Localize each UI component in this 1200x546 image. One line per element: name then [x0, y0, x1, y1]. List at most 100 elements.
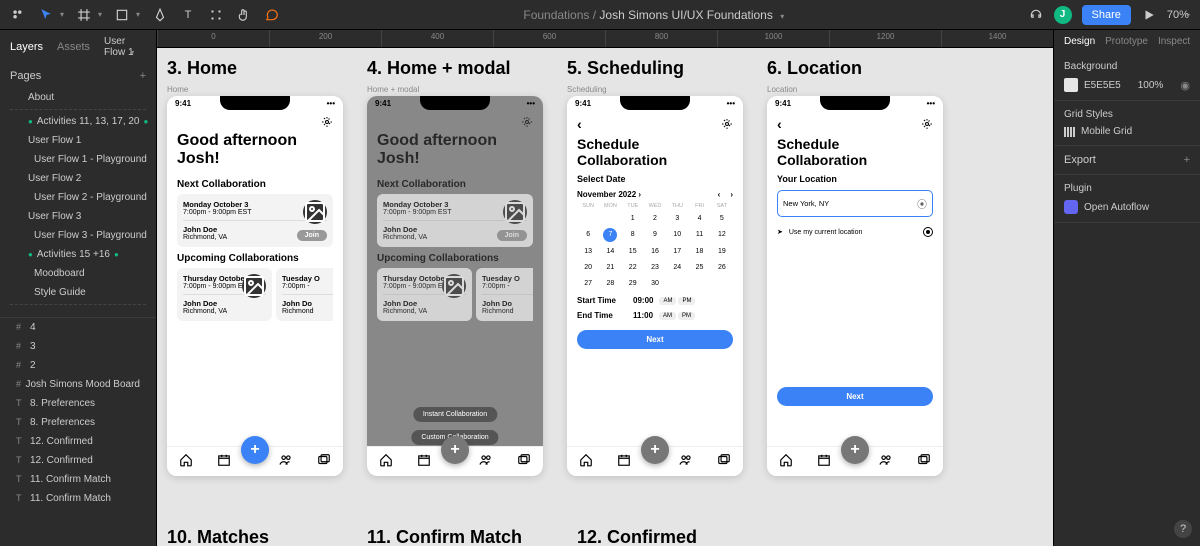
- month-label[interactable]: November 2022 ›: [577, 190, 641, 199]
- tab-icon[interactable]: [179, 453, 193, 470]
- calendar-day[interactable]: 24: [666, 261, 688, 274]
- calendar-day[interactable]: 8: [622, 228, 644, 242]
- calendar-day[interactable]: 7: [603, 228, 617, 242]
- tab-icon[interactable]: [817, 453, 831, 470]
- calendar-day[interactable]: 30: [644, 277, 666, 290]
- layer-item[interactable]: #2: [0, 356, 156, 375]
- move-tool-icon[interactable]: [38, 7, 54, 23]
- collab-card[interactable]: Monday October 37:00pm - 9:00pm EST John…: [177, 194, 333, 247]
- calendar-day[interactable]: 6: [577, 228, 599, 242]
- artboard-frame[interactable]: 9:41••• ‹ Schedule Collaboration Your Lo…: [767, 96, 943, 476]
- calendar-day[interactable]: 11: [688, 228, 710, 242]
- prev-month-icon[interactable]: ‹: [718, 190, 721, 199]
- gear-icon[interactable]: [321, 116, 333, 128]
- calendar-day[interactable]: 13: [577, 245, 599, 258]
- collab-card[interactable]: Thursday October 137:00pm - 9:00pm EST J…: [377, 268, 472, 321]
- bg-swatch[interactable]: [1064, 78, 1078, 92]
- calendar-day[interactable]: 26: [711, 261, 733, 274]
- tab-layers[interactable]: Layers: [10, 41, 43, 53]
- layer-item[interactable]: #4: [0, 318, 156, 337]
- visibility-icon[interactable]: ◉: [1180, 79, 1190, 92]
- calendar-day[interactable]: 27: [577, 277, 599, 290]
- join-button[interactable]: Join: [497, 230, 527, 241]
- help-button[interactable]: ?: [1174, 520, 1192, 538]
- tab-icon[interactable]: [579, 453, 593, 470]
- layer-item[interactable]: T12. Confirmed: [0, 432, 156, 451]
- calendar-day[interactable]: 10: [666, 228, 688, 242]
- user-avatar[interactable]: J: [1054, 6, 1072, 24]
- tab-icon[interactable]: [917, 453, 931, 470]
- artboard-label[interactable]: Scheduling: [567, 85, 743, 94]
- comment-tool-icon[interactable]: [264, 7, 280, 23]
- tab-inspect[interactable]: Inspect: [1158, 36, 1190, 47]
- tab-icon[interactable]: [217, 453, 231, 470]
- frame-tool-icon[interactable]: [76, 7, 92, 23]
- layer-item[interactable]: #3: [0, 337, 156, 356]
- calendar-day[interactable]: 9: [644, 228, 666, 242]
- breadcrumb[interactable]: Foundations / Josh Simons UI/UX Foundati…: [280, 8, 1027, 22]
- layer-item[interactable]: #Josh Simons Mood Board: [0, 375, 156, 394]
- fab-button[interactable]: +: [641, 436, 669, 464]
- tab-icon[interactable]: [517, 453, 531, 470]
- join-button[interactable]: Join: [297, 230, 327, 241]
- gear-icon[interactable]: [721, 118, 733, 130]
- collab-card[interactable]: Thursday October 137:00pm - 9:00pm EST J…: [177, 268, 272, 321]
- tab-icon[interactable]: [317, 453, 331, 470]
- tab-assets[interactable]: Assets: [57, 41, 90, 53]
- page-item[interactable]: User Flow 1 - Playground: [0, 150, 156, 169]
- pm-toggle[interactable]: PM: [678, 297, 695, 305]
- am-toggle[interactable]: AM: [659, 297, 676, 305]
- resources-icon[interactable]: [208, 7, 224, 23]
- artboard-label[interactable]: Location: [767, 85, 943, 94]
- calendar-day[interactable]: 29: [622, 277, 644, 290]
- calendar-day[interactable]: 3: [666, 212, 688, 225]
- artboard-frame[interactable]: 9:41••• ‹ Schedule Collaboration Select …: [567, 96, 743, 476]
- artboard-label[interactable]: Home + modal: [367, 85, 543, 94]
- tab-icon[interactable]: [717, 453, 731, 470]
- layer-item[interactable]: T12. Confirmed: [0, 451, 156, 470]
- calendar-day[interactable]: 22: [622, 261, 644, 274]
- collab-card[interactable]: Tuesday O7:00pm - John DoRichmond: [276, 268, 333, 321]
- calendar-day[interactable]: 19: [711, 245, 733, 258]
- page-item[interactable]: ●Activities 11, 13, 17, 20●: [0, 112, 156, 131]
- gear-icon[interactable]: [521, 116, 533, 128]
- hand-tool-icon[interactable]: [236, 7, 252, 23]
- pm-toggle[interactable]: PM: [678, 312, 695, 320]
- calendar-day[interactable]: 20: [577, 261, 599, 274]
- tab-icon[interactable]: [479, 453, 493, 470]
- tab-icon[interactable]: [417, 453, 431, 470]
- tab-icon[interactable]: [279, 453, 293, 470]
- calendar-day[interactable]: 28: [599, 277, 621, 290]
- page-item[interactable]: User Flow 3: [0, 207, 156, 226]
- layer-item[interactable]: T11. Confirm Match: [0, 470, 156, 489]
- back-icon[interactable]: ‹: [577, 116, 582, 132]
- page-item[interactable]: User Flow 1: [0, 131, 156, 150]
- present-icon[interactable]: [1141, 7, 1157, 23]
- next-button[interactable]: Next: [577, 330, 733, 349]
- am-toggle[interactable]: AM: [659, 312, 676, 320]
- layer-item[interactable]: T11. Confirm Match: [0, 489, 156, 508]
- collab-card[interactable]: Monday October 37:00pm - 9:00pm EST John…: [377, 194, 533, 247]
- location-input[interactable]: New York, NY⦿: [777, 190, 933, 217]
- page-item[interactable]: Moodboard: [0, 264, 156, 283]
- tab-icon[interactable]: [379, 453, 393, 470]
- page-item[interactable]: User Flow 2: [0, 169, 156, 188]
- gear-icon[interactable]: [921, 118, 933, 130]
- instant-collab-button[interactable]: Instant Collaboration: [412, 406, 498, 423]
- add-export-button[interactable]: +: [1184, 154, 1190, 166]
- calendar-day[interactable]: 14: [599, 245, 621, 258]
- fab-button[interactable]: +: [241, 436, 269, 464]
- calendar-day[interactable]: 17: [666, 245, 688, 258]
- bg-hex[interactable]: E5E5E5: [1084, 80, 1121, 91]
- bg-opacity[interactable]: 100%: [1138, 80, 1164, 91]
- calendar-day[interactable]: 12: [711, 228, 733, 242]
- calendar-day[interactable]: 18: [688, 245, 710, 258]
- tab-design[interactable]: Design: [1064, 36, 1095, 47]
- calendar-day[interactable]: 1: [622, 212, 644, 225]
- tab-icon[interactable]: [679, 453, 693, 470]
- tab-icon[interactable]: [779, 453, 793, 470]
- layer-item[interactable]: T8. Preferences: [0, 394, 156, 413]
- calendar-day[interactable]: 2: [644, 212, 666, 225]
- text-tool-icon[interactable]: T: [180, 7, 196, 23]
- share-button[interactable]: Share: [1082, 5, 1131, 25]
